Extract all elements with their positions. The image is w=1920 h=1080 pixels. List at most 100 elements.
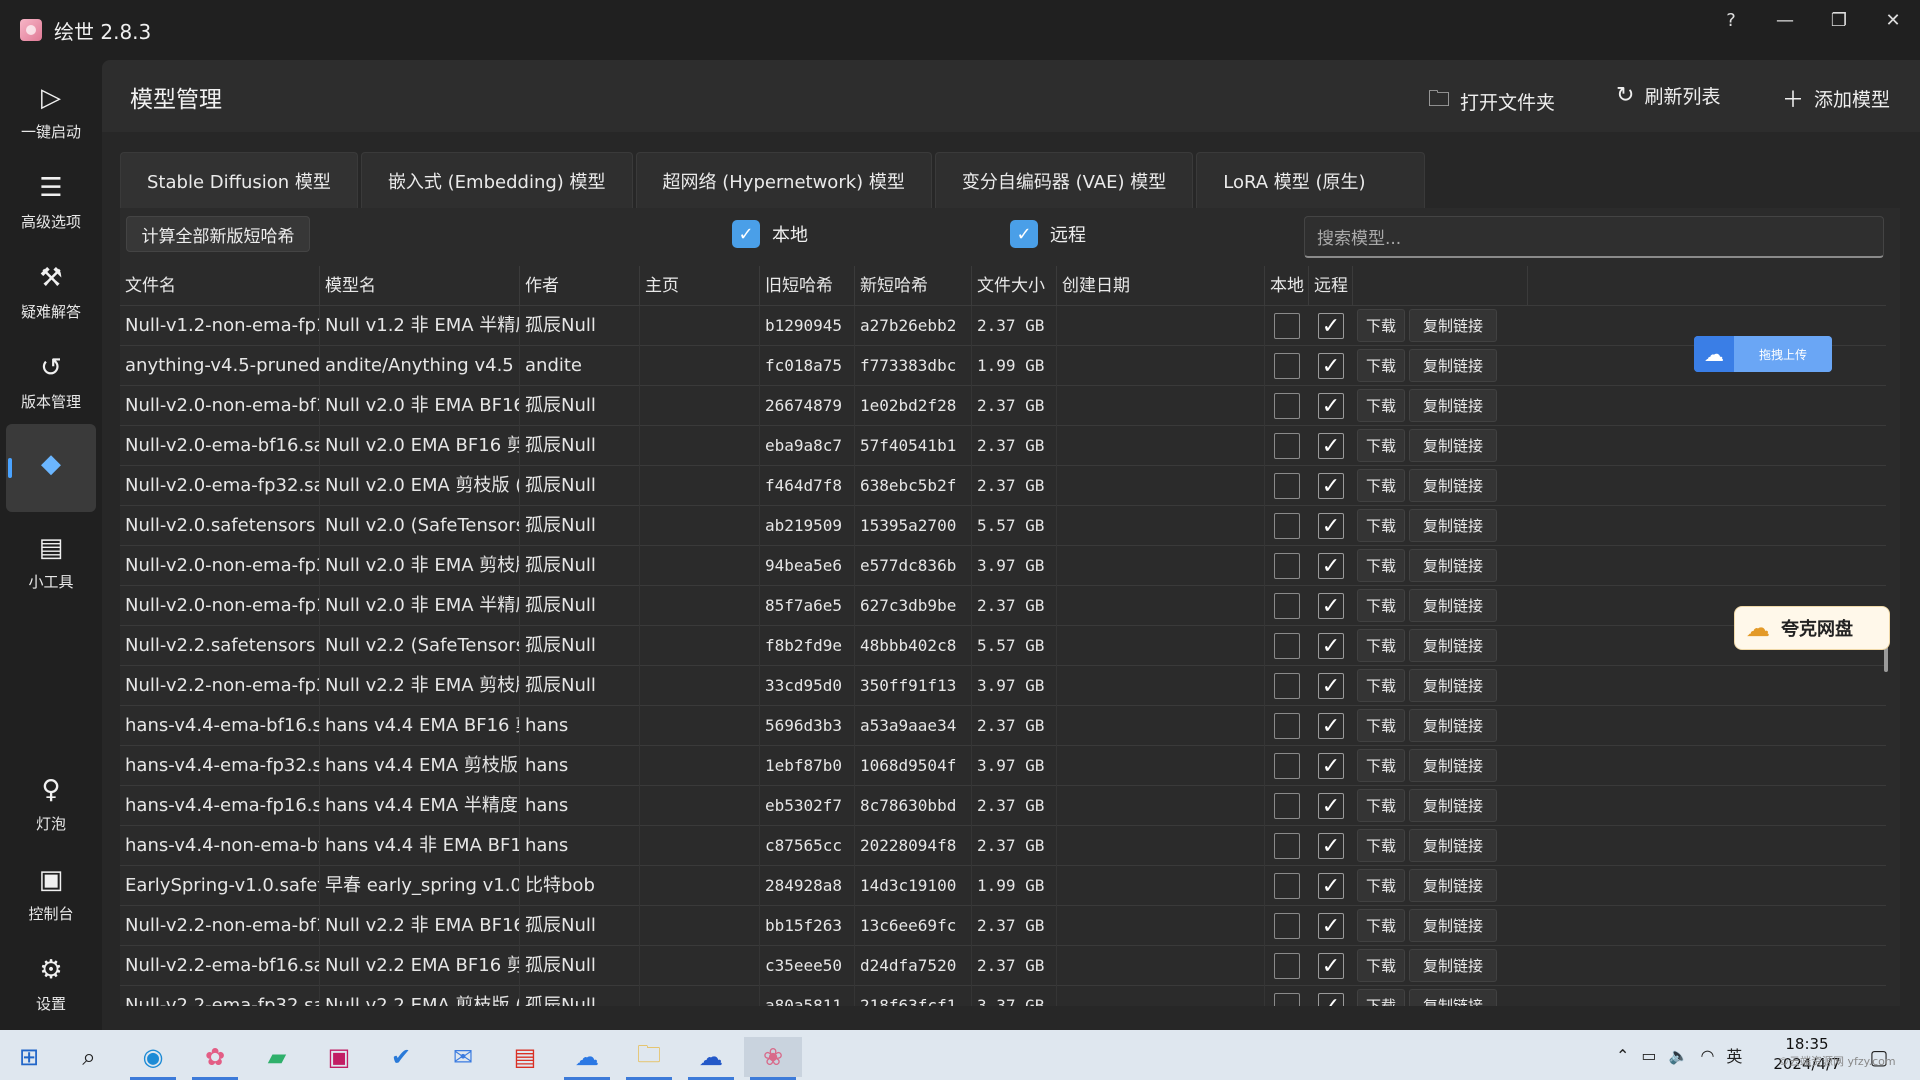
file-explorer-icon[interactable]: 🗀	[620, 1037, 678, 1080]
open-folder-button[interactable]: 🗀 打开文件夹	[1428, 82, 1555, 120]
download-button[interactable]: 下载	[1357, 909, 1405, 942]
local-row-checkbox[interactable]	[1274, 793, 1300, 819]
remote-row-checkbox[interactable]: ✓	[1318, 513, 1344, 539]
minimize-button[interactable]: —	[1758, 0, 1812, 40]
copy-link-button[interactable]: 复制链接	[1409, 429, 1497, 462]
check-app-icon[interactable]: ✔	[372, 1037, 430, 1077]
copy-link-button[interactable]: 复制链接	[1409, 309, 1497, 342]
download-button[interactable]: 下载	[1357, 629, 1405, 662]
volume-icon[interactable]: 🔈	[1669, 1046, 1689, 1065]
col-local[interactable]: 本地	[1265, 266, 1309, 306]
battery-icon[interactable]: ▭	[1641, 1046, 1656, 1065]
download-button[interactable]: 下载	[1357, 669, 1405, 702]
pdf-app-icon[interactable]: ▤	[496, 1037, 554, 1077]
table-row[interactable]: Null-v2.2.safetensors Null v2.2 (SafeTens…	[120, 626, 1886, 666]
download-button[interactable]: 下载	[1357, 389, 1405, 422]
copy-link-button[interactable]: 复制链接	[1409, 589, 1497, 622]
sidebar-item-settings[interactable]: ⚙ 设置	[6, 940, 96, 1028]
sidebar-item-advanced[interactable]: ☰ 高级选项	[6, 158, 96, 246]
table-row[interactable]: Null-v2.2-ema-bf16.saf Null v2.2 EMA BF16…	[120, 946, 1886, 986]
local-row-checkbox[interactable]	[1274, 673, 1300, 699]
tab-stable-diffusion[interactable]: Stable Diffusion 模型	[120, 152, 358, 208]
copy-link-button[interactable]: 复制链接	[1409, 749, 1497, 782]
local-row-checkbox[interactable]	[1274, 913, 1300, 939]
ime-indicator[interactable]: 英	[1726, 1043, 1742, 1067]
copy-link-button[interactable]: 复制链接	[1409, 789, 1497, 822]
download-button[interactable]: 下载	[1357, 989, 1405, 1006]
scrollbar-thumb[interactable]	[1884, 646, 1888, 672]
local-row-checkbox[interactable]	[1274, 393, 1300, 419]
remote-row-checkbox[interactable]: ✓	[1318, 353, 1344, 379]
local-checkbox[interactable]: ✓ 本地	[732, 220, 808, 248]
remote-row-checkbox[interactable]: ✓	[1318, 833, 1344, 859]
remote-row-checkbox[interactable]: ✓	[1318, 913, 1344, 939]
table-row[interactable]: Null-v2.0.safetensors Null v2.0 (SafeTens…	[120, 506, 1886, 546]
remote-row-checkbox[interactable]: ✓	[1318, 633, 1344, 659]
quark-drive-widget[interactable]: ☁ 夸克网盘	[1734, 606, 1890, 650]
local-row-checkbox[interactable]	[1274, 353, 1300, 379]
download-button[interactable]: 下载	[1357, 589, 1405, 622]
download-button[interactable]: 下载	[1357, 829, 1405, 862]
copy-link-button[interactable]: 复制链接	[1409, 349, 1497, 382]
col-model-name[interactable]: 模型名	[320, 266, 520, 306]
local-row-checkbox[interactable]	[1274, 553, 1300, 579]
onedrive-icon[interactable]: ☁	[682, 1037, 740, 1080]
sidebar-item-console[interactable]: ▣ 控制台	[6, 850, 96, 938]
local-row-checkbox[interactable]	[1274, 833, 1300, 859]
table-row[interactable]: anything-v4.5-pruned-andite/Anything v4.…	[120, 346, 1886, 386]
download-button[interactable]: 下载	[1357, 789, 1405, 822]
copy-link-button[interactable]: 复制链接	[1409, 629, 1497, 662]
table-row[interactable]: Null-v2.0-ema-fp32.saf Null v2.0 EMA 剪枝版 …	[120, 466, 1886, 506]
close-button[interactable]: ✕	[1866, 0, 1920, 40]
download-button[interactable]: 下载	[1357, 509, 1405, 542]
refresh-button[interactable]: ↻ 刷新列表	[1616, 82, 1720, 109]
sidebar-item-launch[interactable]: ▷ 一键启动	[6, 68, 96, 156]
table-row[interactable]: Null-v2.2-non-ema-bf1 Null v2.2 非 EMA BF1…	[120, 906, 1886, 946]
col-homepage[interactable]: 主页	[640, 266, 760, 306]
table-row[interactable]: Null-v2.0-non-ema-fp1 Null v2.0 非 EMA 半精度…	[120, 586, 1886, 626]
local-row-checkbox[interactable]	[1274, 433, 1300, 459]
remote-row-checkbox[interactable]: ✓	[1318, 553, 1344, 579]
copy-link-button[interactable]: 复制链接	[1409, 549, 1497, 582]
sidebar-item-troubleshoot[interactable]: ⚒ 疑难解答	[6, 248, 96, 336]
local-row-checkbox[interactable]	[1274, 953, 1300, 979]
local-row-checkbox[interactable]	[1274, 313, 1300, 339]
calc-hash-button[interactable]: 计算全部新版短哈希	[126, 216, 310, 252]
col-old-hash[interactable]: 旧短哈希	[760, 266, 855, 306]
local-row-checkbox[interactable]	[1274, 473, 1300, 499]
remote-row-checkbox[interactable]: ✓	[1318, 393, 1344, 419]
tab-embedding[interactable]: 嵌入式 (Embedding) 模型	[360, 152, 633, 208]
tab-vae[interactable]: 变分自编码器 (VAE) 模型	[934, 152, 1194, 208]
edge-browser-icon[interactable]: ◉	[124, 1037, 182, 1080]
sidebar-item-models[interactable]: ◆	[6, 424, 96, 512]
baidu-upload-widget[interactable]: ☁ 拖拽上传	[1694, 336, 1832, 372]
search-icon[interactable]: ⌕	[60, 1037, 118, 1077]
sidebar-item-bulb[interactable]: ♀ 灯泡	[6, 760, 96, 848]
mail-app-icon[interactable]: ✉	[434, 1037, 492, 1077]
col-file-size[interactable]: 文件大小	[972, 266, 1057, 306]
col-created[interactable]: 创建日期	[1057, 266, 1265, 306]
add-model-button[interactable]: ＋ 添加模型	[1782, 82, 1890, 114]
copy-link-button[interactable]: 复制链接	[1409, 989, 1497, 1006]
download-button[interactable]: 下载	[1357, 349, 1405, 382]
table-row[interactable]: hans-v4.4-ema-bf16.sa hans v4.4 EMA BF16 …	[120, 706, 1886, 746]
local-row-checkbox[interactable]	[1274, 633, 1300, 659]
remote-row-checkbox[interactable]: ✓	[1318, 313, 1344, 339]
table-row[interactable]: hans-v4.4-non-ema-bf hans v4.4 非 EMA BF16…	[120, 826, 1886, 866]
table-row[interactable]: Null-v2.0-ema-bf16.saf Null v2.0 EMA BF16…	[120, 426, 1886, 466]
table-row[interactable]: Null-v2.2-non-ema-fp3 Null v2.2 非 EMA 剪枝版…	[120, 666, 1886, 706]
local-row-checkbox[interactable]	[1274, 873, 1300, 899]
chevron-up-icon[interactable]: ⌃	[1616, 1046, 1629, 1065]
copy-link-button[interactable]: 复制链接	[1409, 669, 1497, 702]
table-row[interactable]: Null-v2.2-ema-fp32.saf Null v2.2 EMA 剪枝版 …	[120, 986, 1886, 1006]
remote-row-checkbox[interactable]: ✓	[1318, 793, 1344, 819]
local-row-checkbox[interactable]	[1274, 713, 1300, 739]
paint-app-icon[interactable]: ✿	[186, 1037, 244, 1080]
copy-link-button[interactable]: 复制链接	[1409, 509, 1497, 542]
download-button[interactable]: 下载	[1357, 469, 1405, 502]
remote-row-checkbox[interactable]: ✓	[1318, 713, 1344, 739]
search-input[interactable]: 搜索模型...	[1304, 216, 1884, 258]
sidebar-item-version[interactable]: ↺ 版本管理	[6, 338, 96, 426]
copy-link-button[interactable]: 复制链接	[1409, 469, 1497, 502]
download-button[interactable]: 下载	[1357, 309, 1405, 342]
